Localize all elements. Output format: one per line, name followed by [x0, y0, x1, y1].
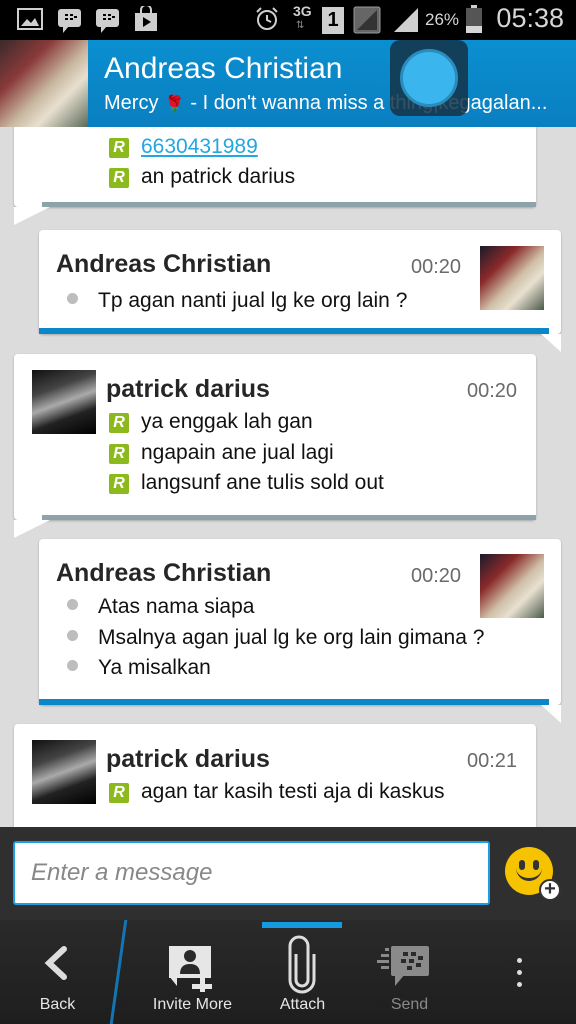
read-icon: R [109, 138, 129, 158]
message-line: Rlangsunf ane tulis sold out [109, 471, 384, 495]
signal-icon [353, 6, 381, 34]
assistive-dot-icon [400, 49, 458, 107]
smiley-mouth [516, 867, 542, 881]
read-icon: R [109, 444, 129, 464]
sender-name: Andreas Christian [56, 250, 272, 278]
delivered-dot-icon [67, 630, 78, 641]
overflow-dot-icon [516, 958, 522, 963]
back-label: Back [39, 996, 76, 1013]
send-label: Send [390, 996, 429, 1013]
message-line: Ran patrick darius [109, 165, 295, 189]
message-line: Rngapain ane jual lagi [109, 441, 334, 465]
message-text: ngapain ane jual lagi [141, 441, 334, 464]
send-button[interactable]: Send [352, 920, 467, 1024]
rose-icon: 🌹 [164, 96, 185, 113]
phone-link[interactable]: 6630431989 [141, 135, 258, 158]
message-text: langsunf ane tulis sold out [141, 471, 384, 494]
back-button[interactable]: Back [0, 920, 115, 1024]
sender-avatar[interactable] [32, 370, 96, 434]
sender-avatar[interactable] [480, 246, 544, 310]
paperclip-icon [288, 935, 316, 994]
status-text: - I don't wanna miss a thing|kegagalan..… [190, 92, 548, 114]
read-icon: R [109, 474, 129, 494]
battery-percent: 26% [425, 10, 460, 29]
bbm-send-icon [377, 946, 429, 986]
gallery-icon [17, 8, 43, 30]
chevron-left-icon [44, 946, 67, 980]
sender-name: patrick darius [106, 375, 270, 403]
message-text: agan tar kasih testi aja di kaskus [141, 780, 445, 803]
bbm-icon [96, 9, 119, 33]
message-text: an patrick darius [141, 165, 296, 188]
timestamp: 00:21 [467, 750, 518, 772]
attach-button[interactable]: Attach [245, 920, 360, 1024]
bbm-icon [58, 9, 81, 33]
signal-icon [394, 8, 418, 32]
message-text: Ya misalkan [98, 656, 211, 679]
bubble-bottom-bar [39, 699, 549, 705]
status-bar: 3G ⇅ 1 26% 05:38 [0, 0, 576, 40]
message-input[interactable]: Enter a message [13, 841, 490, 905]
bubble-bottom-bar [42, 202, 536, 207]
message-bubble: patrick darius 00:21 Ragan tar kasih tes… [14, 724, 536, 827]
sender-name: Andreas Christian [56, 559, 272, 587]
invite-more-label: Invite More [152, 996, 233, 1013]
message-composer: Enter a message + [0, 827, 576, 920]
3g-data-icon: 3G [293, 3, 312, 19]
invite-more-button[interactable]: Invite More [135, 920, 250, 1024]
message-bubble: R 6630431989 Ran patrick darius [14, 127, 536, 225]
read-icon: R [109, 168, 129, 188]
delivered-dot-icon [67, 660, 78, 671]
message-line: Ya misalkan [67, 656, 211, 680]
alarm-icon [256, 7, 278, 30]
plus-icon: + [539, 879, 561, 901]
chat-header[interactable]: Andreas Christian Mercy 🌹 - I don't wanna … [0, 40, 576, 127]
clock: 05:38 [496, 3, 564, 33]
contact-status: Mercy 🌹 - I don't wanna miss a thing|kegag… [104, 92, 574, 115]
battery-icon [466, 5, 482, 33]
overflow-menu-button[interactable] [512, 958, 526, 994]
message-text: Msalnya agan jual lg ke org lain gimana … [98, 626, 485, 649]
message-line: Msalnya agan jual lg ke org lain gimana … [67, 626, 484, 650]
message-line: R 6630431989 [109, 135, 258, 159]
data-arrows-icon: ⇅ [296, 20, 305, 31]
status-prefix: Mercy [104, 92, 159, 114]
sender-avatar[interactable] [480, 554, 544, 618]
overflow-dot-icon [516, 982, 522, 987]
read-icon: R [109, 413, 129, 433]
action-bar: Back Invite More Attach Send [0, 920, 576, 1024]
message-text: Atas nama siapa [98, 595, 255, 618]
contact-avatar[interactable] [0, 40, 88, 127]
read-icon: R [109, 783, 129, 803]
sender-avatar[interactable] [32, 740, 96, 804]
message-line: Rya enggak lah gan [109, 410, 313, 434]
assistive-touch-button[interactable] [390, 40, 468, 116]
invite-user-icon [169, 946, 212, 992]
sim-1-icon: 1 [322, 7, 344, 34]
bubble-bottom-bar [39, 328, 549, 334]
message-line: Ragan tar kasih testi aja di kaskus [109, 780, 445, 804]
message-bubble: Andreas Christian 00:20 Atas nama siapa … [39, 539, 561, 723]
message-line: Tp agan nanti jual lg ke org lain ? [67, 289, 407, 313]
delivered-dot-icon [67, 293, 78, 304]
bubble-bottom-bar [42, 515, 536, 520]
attach-label: Attach [279, 996, 326, 1013]
message-bubble: Andreas Christian 00:20 Tp agan nanti ju… [39, 230, 561, 352]
sender-name: patrick darius [106, 745, 270, 773]
delivered-dot-icon [67, 599, 78, 610]
timestamp: 00:20 [411, 565, 462, 587]
overflow-dot-icon [516, 970, 522, 975]
timestamp: 00:20 [467, 380, 518, 402]
emoticon-button[interactable]: + [505, 847, 561, 901]
play-store-icon [135, 6, 157, 31]
contact-name: Andreas Christian [104, 52, 343, 85]
message-text: Tp agan nanti jual lg ke org lain ? [98, 289, 408, 312]
timestamp: 00:20 [411, 256, 462, 278]
message-line: Atas nama siapa [67, 595, 254, 619]
message-bubble: patrick darius 00:20 Rya enggak lah gan … [14, 354, 536, 538]
conversation-list[interactable]: R 6630431989 Ran patrick darius Andreas C… [0, 127, 576, 827]
message-text: ya enggak lah gan [141, 410, 313, 433]
